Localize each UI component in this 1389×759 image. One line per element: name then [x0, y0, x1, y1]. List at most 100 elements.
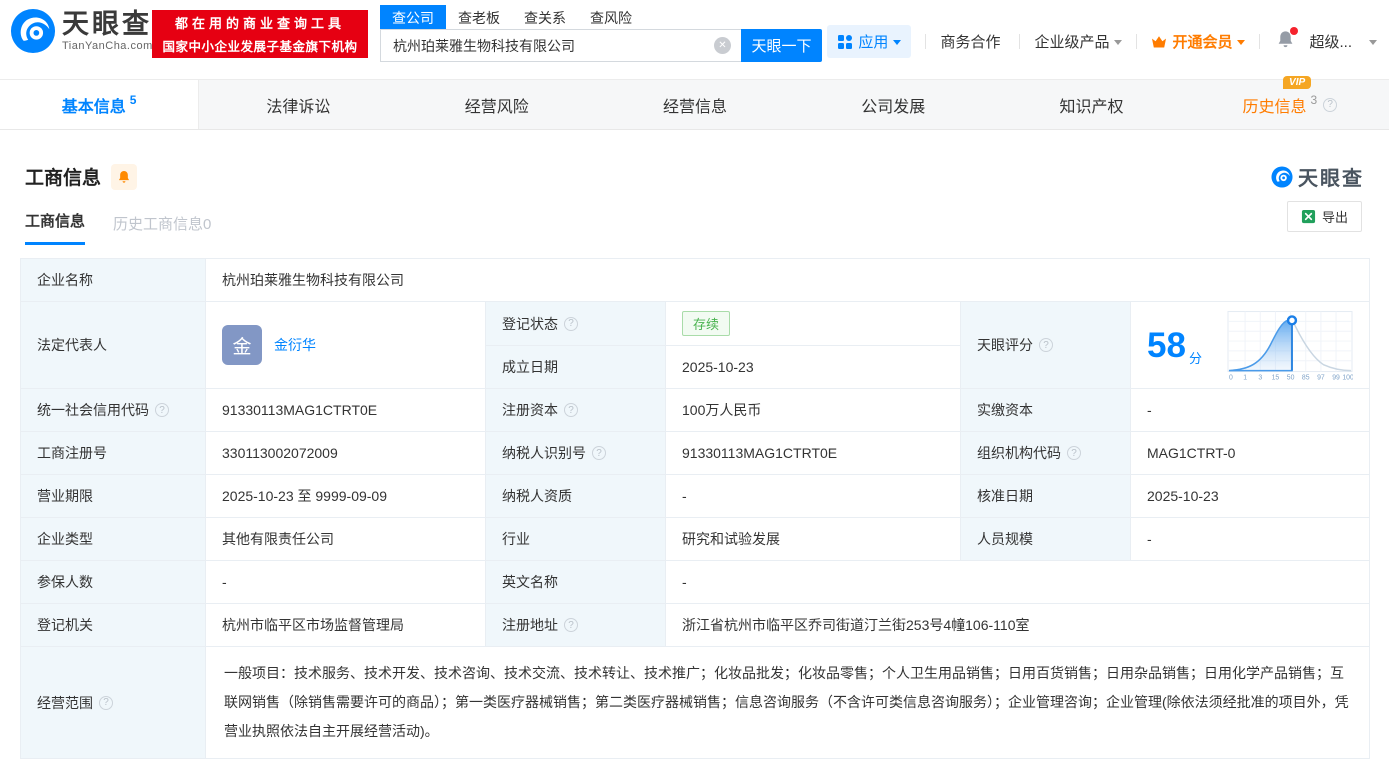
- apps-menu[interactable]: 应用: [827, 25, 912, 58]
- table-row: 企业名称 杭州珀莱雅生物科技有限公司: [20, 258, 1370, 302]
- legal-rep-link[interactable]: 金衍华: [274, 335, 316, 355]
- taxpayer-quality-value: -: [665, 474, 961, 518]
- tab-history-info[interactable]: VIP 历史信息 3 ?: [1191, 75, 1389, 129]
- divider: [1019, 34, 1021, 49]
- subtab-business-registration[interactable]: 工商信息: [25, 210, 86, 245]
- company-type-value: 其他有限责任公司: [205, 517, 486, 561]
- approval-date-value: 2025-10-23: [1130, 474, 1370, 518]
- chart-tick-label: 3: [1258, 374, 1262, 381]
- divider: [1259, 34, 1261, 49]
- reg-capital-value: 100万人民币: [665, 388, 961, 432]
- tab-count: 5: [129, 92, 137, 107]
- notifications-bell-icon[interactable]: [1276, 27, 1299, 53]
- english-name-value: -: [665, 560, 1370, 604]
- field-label: 经营范围 ?: [20, 646, 206, 759]
- clear-search-icon[interactable]: ✕: [714, 37, 731, 54]
- field-label: 营业期限: [20, 474, 206, 518]
- tab-legal-proceedings[interactable]: 法律诉讼: [199, 80, 397, 129]
- org-code-value: MAG1CTRT-0: [1130, 431, 1370, 475]
- establish-date-value: 2025-10-23: [665, 345, 961, 389]
- field-label: 法定代表人: [20, 301, 206, 389]
- tab-operational-risk[interactable]: 经营风险: [398, 80, 596, 129]
- top-header: 天眼查 TianYanCha.com 都在用的商业查询工具 国家中小企业发展子基…: [0, 0, 1389, 64]
- apps-grid-icon: [838, 34, 853, 49]
- field-label: 注册地址 ?: [485, 603, 666, 647]
- search-button[interactable]: 天眼一下: [741, 29, 822, 62]
- promo-banner: 都在用的商业查询工具 国家中小企业发展子基金旗下机构: [152, 10, 368, 58]
- chevron-down-icon: [1237, 40, 1246, 45]
- subtab-history-registration[interactable]: 历史工商信息0: [113, 213, 211, 245]
- chart-tick-label: 1: [1243, 374, 1247, 381]
- search-input[interactable]: [380, 29, 741, 62]
- help-icon[interactable]: ?: [99, 695, 113, 710]
- tab-company-development[interactable]: 公司发展: [794, 80, 992, 129]
- tianyancha-watermark: 天眼查: [1271, 162, 1364, 191]
- chevron-down-icon: [893, 40, 902, 45]
- field-label: 纳税人识别号 ?: [485, 431, 666, 475]
- field-label: 统一社会信用代码 ?: [20, 388, 206, 432]
- table-row: 经营范围 ? 一般项目：技术服务、技术开发、技术咨询、技术交流、技术转让、技术推…: [20, 646, 1370, 759]
- legal-rep-avatar[interactable]: 金: [222, 325, 262, 365]
- field-label: 参保人数: [20, 560, 206, 604]
- paid-capital-value: -: [1130, 388, 1370, 432]
- excel-icon: [1301, 209, 1316, 224]
- company-name-value: 杭州珀莱雅生物科技有限公司: [205, 258, 1370, 302]
- top-navigation: 应用 商务合作 企业级产品 开通会员 超级...: [827, 25, 1377, 58]
- table-row: 参保人数 - 英文名称 -: [20, 560, 1370, 604]
- help-icon[interactable]: ?: [1039, 338, 1053, 352]
- nav-enterprise-products[interactable]: 企业级产品: [1034, 31, 1123, 52]
- export-button[interactable]: 导出: [1286, 201, 1362, 232]
- bell-icon: [118, 170, 130, 183]
- score-value[interactable]: 58 分: [1147, 328, 1202, 366]
- nav-business-cooperation[interactable]: 商务合作: [940, 31, 1005, 52]
- brand-name: 天眼查: [62, 8, 152, 39]
- chevron-down-icon: [1114, 40, 1123, 45]
- search-tab-boss[interactable]: 查老板: [446, 5, 512, 29]
- field-label: 登记机关: [20, 603, 206, 647]
- user-account-menu[interactable]: 超级...: [1309, 31, 1377, 52]
- field-label: 组织机构代码 ?: [960, 431, 1131, 475]
- field-label: 登记状态 ?: [485, 301, 666, 346]
- field-label: 实缴资本: [960, 388, 1131, 432]
- help-icon[interactable]: ?: [592, 446, 606, 460]
- help-icon[interactable]: ?: [1323, 97, 1338, 112]
- help-icon[interactable]: ?: [564, 403, 578, 417]
- search-tab-company[interactable]: 查公司: [380, 5, 446, 29]
- search-tab-risk[interactable]: 查风险: [578, 5, 644, 29]
- promo-line1: 都在用的商业查询工具: [174, 16, 345, 31]
- chart-tick-label: 50: [1287, 374, 1295, 381]
- help-icon[interactable]: ?: [155, 403, 169, 417]
- credit-code-value: 91330113MAG1CTRT0E: [205, 388, 486, 432]
- tab-intellectual-property[interactable]: 知识产权: [992, 80, 1190, 129]
- tab-business-info[interactable]: 经营信息: [596, 80, 794, 129]
- tianyancha-eye-icon: [10, 8, 56, 54]
- business-scope-value: 一般项目：技术服务、技术开发、技术咨询、技术交流、技术转让、技术推广；化妆品批发…: [205, 646, 1370, 759]
- reg-authority-value: 杭州市临平区市场监督管理局: [205, 603, 486, 647]
- legal-rep-cell: 金 金衍华: [205, 301, 486, 389]
- crown-icon: [1152, 35, 1167, 47]
- tianyancha-logo[interactable]: 天眼查 TianYanCha.com: [10, 8, 153, 54]
- reg-status-cell: 存续: [665, 301, 961, 346]
- open-membership-link[interactable]: 开通会员: [1151, 31, 1246, 52]
- field-label: 企业名称: [20, 258, 206, 302]
- brand-domain: TianYanCha.com: [62, 39, 153, 52]
- industry-value: 研究和试验发展: [665, 517, 961, 561]
- table-row: 统一社会信用代码 ? 91330113MAG1CTRT0E 注册资本 ? 100…: [20, 388, 1370, 432]
- search-tab-relation[interactable]: 查关系: [512, 5, 578, 29]
- staff-size-value: -: [1130, 517, 1370, 561]
- tab-basic-info[interactable]: 基本信息 5: [0, 80, 200, 129]
- chart-tick-label: 97: [1317, 374, 1325, 381]
- help-icon[interactable]: ?: [564, 316, 578, 331]
- chart-tick-label: 0: [1229, 374, 1233, 381]
- field-label: 纳税人资质: [485, 474, 666, 518]
- help-icon[interactable]: ?: [1067, 446, 1081, 460]
- help-icon[interactable]: ?: [564, 618, 578, 632]
- chevron-down-icon: [1369, 40, 1377, 45]
- search-tabs: 查公司 查老板 查关系 查风险: [380, 5, 822, 29]
- field-label: 天眼评分 ?: [960, 301, 1131, 389]
- score-distribution-chart: 0 1 3 15 50 85 97 99 100: [1227, 311, 1353, 381]
- insured-count-value: -: [205, 560, 486, 604]
- field-label: 成立日期: [485, 345, 666, 389]
- subtab-row: 工商信息 历史工商信息0 导出: [0, 201, 1389, 245]
- monitor-bell-button[interactable]: [111, 163, 138, 190]
